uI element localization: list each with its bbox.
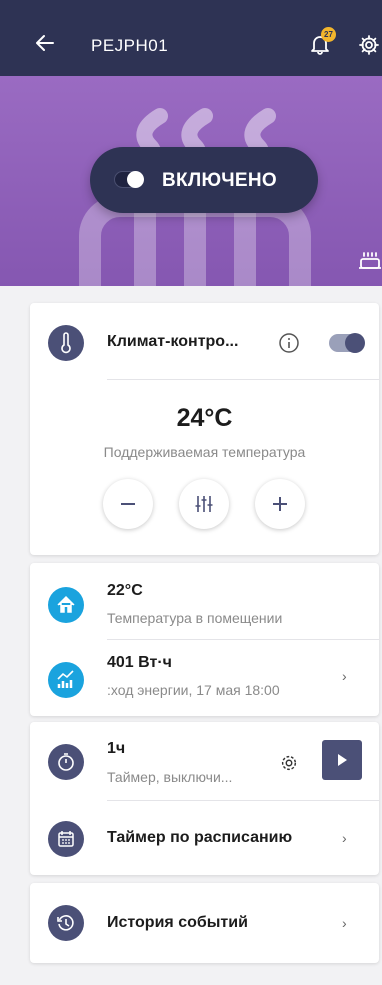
schedule-timer-row[interactable]: Таймер по расписанию › xyxy=(30,801,379,875)
climate-control-toggle[interactable] xyxy=(329,333,365,353)
divider xyxy=(107,379,379,380)
event-history-label: История событий xyxy=(107,914,248,931)
info-icon[interactable] xyxy=(278,332,300,354)
minus-icon xyxy=(121,503,135,505)
timer-card: 1ч Таймер, выключи... Таймер по расписан… xyxy=(30,722,379,875)
chevron-right-icon: › xyxy=(342,668,347,684)
stopwatch-icon xyxy=(48,744,84,780)
power-toggle-button[interactable]: ВКЛЮЧЕНО xyxy=(90,147,318,213)
gear-icon[interactable] xyxy=(358,34,380,56)
temperature-settings-button[interactable] xyxy=(179,479,229,529)
power-switch xyxy=(114,171,144,188)
target-temperature: 24°C xyxy=(176,404,233,432)
calendar-icon xyxy=(48,821,84,857)
energy-caption: :ход энергии, 17 мая 18:00 xyxy=(107,682,280,698)
notification-badge: 27 xyxy=(321,27,336,42)
room-temperature-value: 22°C xyxy=(107,582,143,599)
sensors-card: 22°C Температура в помещении 401 Вт·ч :х… xyxy=(30,563,379,716)
decrease-temperature-button[interactable] xyxy=(103,479,153,529)
energy-value: 401 Вт·ч xyxy=(107,654,172,671)
plus-icon xyxy=(273,497,287,511)
climate-control-card: Климат-контро... 24°C Поддерживаемая тем… xyxy=(30,303,379,555)
timer-caption: Таймер, выключи... xyxy=(107,769,233,785)
chevron-right-icon: › xyxy=(342,915,347,931)
climate-control-title: Климат-контро... xyxy=(107,333,239,350)
energy-row[interactable]: 401 Вт·ч :ход энергии, 17 мая 18:00 › xyxy=(30,640,379,716)
schedule-timer-label: Таймер по расписанию xyxy=(107,829,293,846)
home-icon xyxy=(48,587,84,623)
target-temperature-caption: Поддерживаемая температура xyxy=(103,444,306,460)
top-app-bar: PEJPH01 27 xyxy=(0,0,382,76)
play-icon xyxy=(338,754,347,766)
device-title: PEJPH01 xyxy=(91,36,169,55)
sliders-icon xyxy=(195,496,213,512)
energy-chart-icon xyxy=(48,662,84,698)
event-history-row[interactable]: История событий › xyxy=(30,883,379,963)
back-arrow-icon[interactable] xyxy=(36,34,54,52)
thermometer-icon xyxy=(48,325,84,361)
timer-start-button[interactable] xyxy=(322,740,362,780)
history-icon xyxy=(48,905,84,941)
increase-temperature-button[interactable] xyxy=(255,479,305,529)
power-status-label: ВКЛЮЧЕНО xyxy=(162,170,277,191)
chevron-right-icon: › xyxy=(342,830,347,846)
timer-settings-gear-icon[interactable] xyxy=(279,753,299,773)
room-temperature-caption: Температура в помещении xyxy=(107,610,283,626)
heater-icon xyxy=(359,252,381,269)
timer-value: 1ч xyxy=(107,740,126,757)
